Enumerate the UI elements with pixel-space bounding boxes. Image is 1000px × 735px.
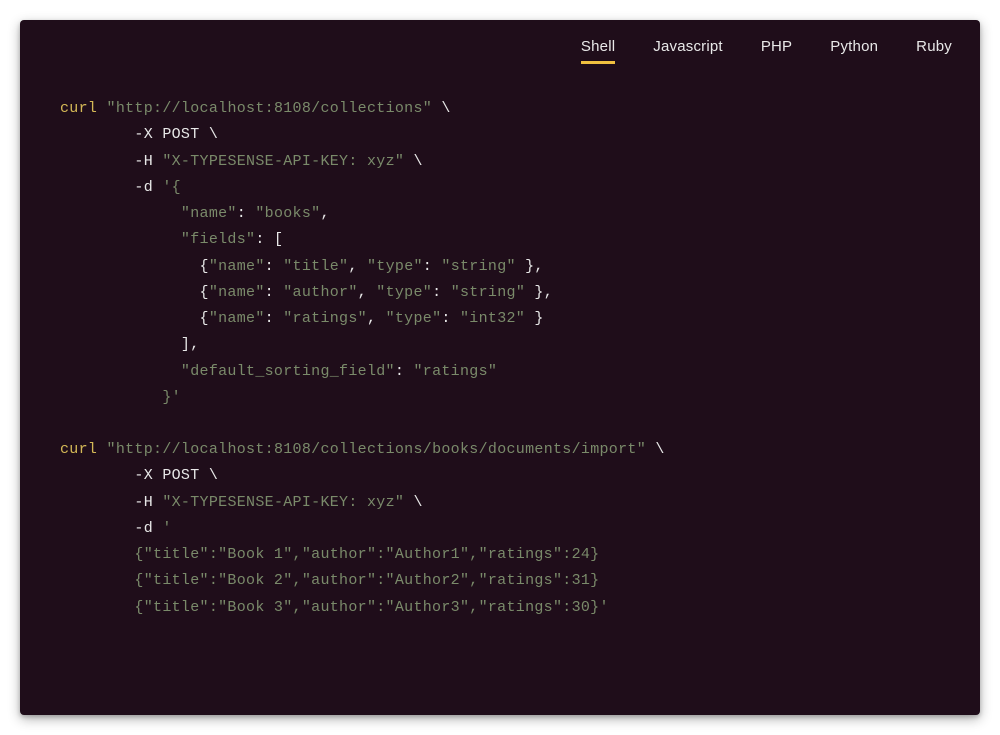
code-line: ], [60, 332, 940, 358]
tab-ruby[interactable]: Ruby [916, 38, 952, 64]
url: "http://localhost:8108/collections" [107, 100, 433, 117]
code-line: curl "http://localhost:8108/collections"… [60, 96, 940, 122]
code-line: {"name": "author", "type": "string" }, [60, 280, 940, 306]
code-line: -H "X-TYPESENSE-API-KEY: xyz" \ [60, 149, 940, 175]
code-line: {"title":"Book 1","author":"Author1","ra… [60, 542, 940, 568]
code-line: "name": "books", [60, 201, 940, 227]
tab-php[interactable]: PHP [761, 38, 792, 64]
url: "http://localhost:8108/collections/books… [107, 441, 646, 458]
curl-cmd: curl [60, 100, 97, 117]
code-line: {"name": "title", "type": "string" }, [60, 254, 940, 280]
code-panel: Shell Javascript PHP Python Ruby curl "h… [20, 20, 980, 715]
code-line: {"title":"Book 2","author":"Author2","ra… [60, 568, 940, 594]
curl-cmd: curl [60, 441, 97, 458]
code-line: curl "http://localhost:8108/collections/… [60, 437, 940, 463]
tab-javascript[interactable]: Javascript [653, 38, 723, 64]
code-line: -d '{ [60, 175, 940, 201]
code-line: -d ' [60, 516, 940, 542]
tab-shell[interactable]: Shell [581, 38, 615, 64]
language-tabs: Shell Javascript PHP Python Ruby [20, 20, 980, 64]
code-line: }' [60, 385, 940, 411]
code-content: curl "http://localhost:8108/collections"… [20, 64, 980, 653]
code-line: "default_sorting_field": "ratings" [60, 359, 940, 385]
code-line: {"name": "ratings", "type": "int32" } [60, 306, 940, 332]
code-line: -X POST \ [60, 122, 940, 148]
code-line: {"title":"Book 3","author":"Author3","ra… [60, 595, 940, 621]
code-line: -H "X-TYPESENSE-API-KEY: xyz" \ [60, 490, 940, 516]
code-line: "fields": [ [60, 227, 940, 253]
code-line: -X POST \ [60, 463, 940, 489]
tab-python[interactable]: Python [830, 38, 878, 64]
